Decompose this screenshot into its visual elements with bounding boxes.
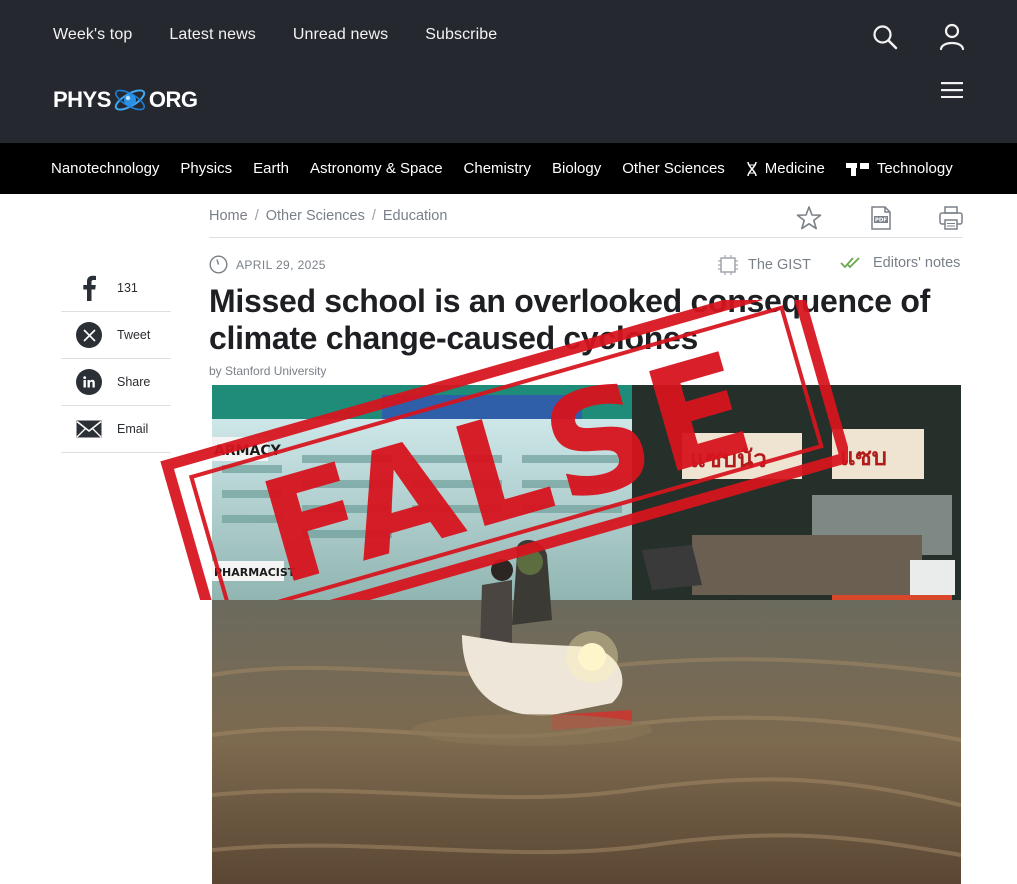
cat-technology[interactable]: Technology <box>845 160 953 177</box>
the-gist-link[interactable]: The GIST <box>717 255 811 275</box>
logo-text-left: PHYS <box>53 87 111 112</box>
cat-medicine[interactable]: Medicine <box>746 160 825 177</box>
facebook-icon <box>75 274 103 302</box>
dna-icon <box>747 161 757 176</box>
chip-icon <box>718 255 738 275</box>
share-panel: 131 Tweet Share Email <box>61 264 171 453</box>
sign-pharmacy: ARMACY <box>214 443 282 459</box>
hero-image: ARMACY PHARMACIST แซบนัว แซบ <box>212 385 961 884</box>
search-icon[interactable] <box>872 24 898 50</box>
share-label: Share <box>117 375 151 389</box>
breadcrumb-home[interactable]: Home <box>209 208 248 224</box>
cat-other-sciences[interactable]: Other Sciences <box>622 160 725 177</box>
user-icon[interactable] <box>939 23 965 51</box>
facebook-count: 131 <box>117 280 138 295</box>
linkedin-icon <box>76 369 102 395</box>
nav-unread-news[interactable]: Unread news <box>293 26 388 44</box>
cat-chemistry[interactable]: Chemistry <box>464 160 532 177</box>
cat-nanotechnology[interactable]: Nanotechnology <box>51 160 159 177</box>
logo-orb-icon <box>114 89 146 111</box>
breadcrumb-separator: / <box>254 208 259 224</box>
breadcrumb-other-sciences[interactable]: Other Sciences <box>266 208 365 224</box>
nav-weeks-top[interactable]: Week's top <box>53 26 132 44</box>
cat-physics[interactable]: Physics <box>180 160 232 177</box>
article-byline: by Stanford University <box>209 364 327 378</box>
share-email[interactable]: Email <box>61 406 171 453</box>
article-date: APRIL 29, 2025 <box>209 255 326 274</box>
breadcrumb-separator: / <box>371 208 376 224</box>
header-divider <box>209 237 963 238</box>
share-linkedin[interactable]: Share <box>61 359 171 406</box>
editors-notes-link[interactable]: Editors' notes <box>840 255 960 271</box>
tweet-label: Tweet <box>117 328 151 342</box>
clock-icon <box>209 255 228 274</box>
cat-astronomy-space[interactable]: Astronomy & Space <box>310 160 443 177</box>
svg-text:PDF: PDF <box>875 218 888 224</box>
double-check-icon <box>840 257 860 269</box>
technology-icon <box>845 162 869 176</box>
site-header: Week's top Latest news Unread news Subsc… <box>0 0 1017 143</box>
article-title: Missed school is an overlooked consequen… <box>209 283 930 356</box>
breadcrumb-education[interactable]: Education <box>383 208 448 224</box>
menu-icon[interactable] <box>941 82 963 98</box>
nav-subscribe[interactable]: Subscribe <box>425 26 497 44</box>
category-bar: Nanotechnology Physics Earth Astronomy &… <box>0 143 1017 194</box>
logo-text-right: ORG <box>148 87 198 112</box>
sign-pharmacist: PHARMACIST <box>214 566 296 579</box>
breadcrumb: Home / Other Sciences / Education <box>209 208 447 224</box>
share-facebook[interactable]: 131 <box>61 264 171 312</box>
cat-biology[interactable]: Biology <box>552 160 601 177</box>
email-label: Email <box>117 422 149 436</box>
sign-right-2: แซบ <box>840 443 887 471</box>
pdf-icon[interactable]: PDF <box>868 205 894 231</box>
cat-earth[interactable]: Earth <box>253 160 289 177</box>
bookmark-star-icon[interactable] <box>796 205 822 231</box>
top-nav: Week's top Latest news Unread news Subsc… <box>53 26 497 44</box>
print-icon[interactable] <box>938 205 964 231</box>
email-icon <box>75 415 103 443</box>
sign-right-1: แซบนัว <box>690 445 767 473</box>
category-nav: Nanotechnology Physics Earth Astronomy &… <box>51 160 953 177</box>
nav-latest-news[interactable]: Latest news <box>169 26 255 44</box>
x-icon <box>76 322 102 348</box>
share-x[interactable]: Tweet <box>61 312 171 359</box>
site-logo[interactable]: PHYS ORG <box>53 80 198 120</box>
